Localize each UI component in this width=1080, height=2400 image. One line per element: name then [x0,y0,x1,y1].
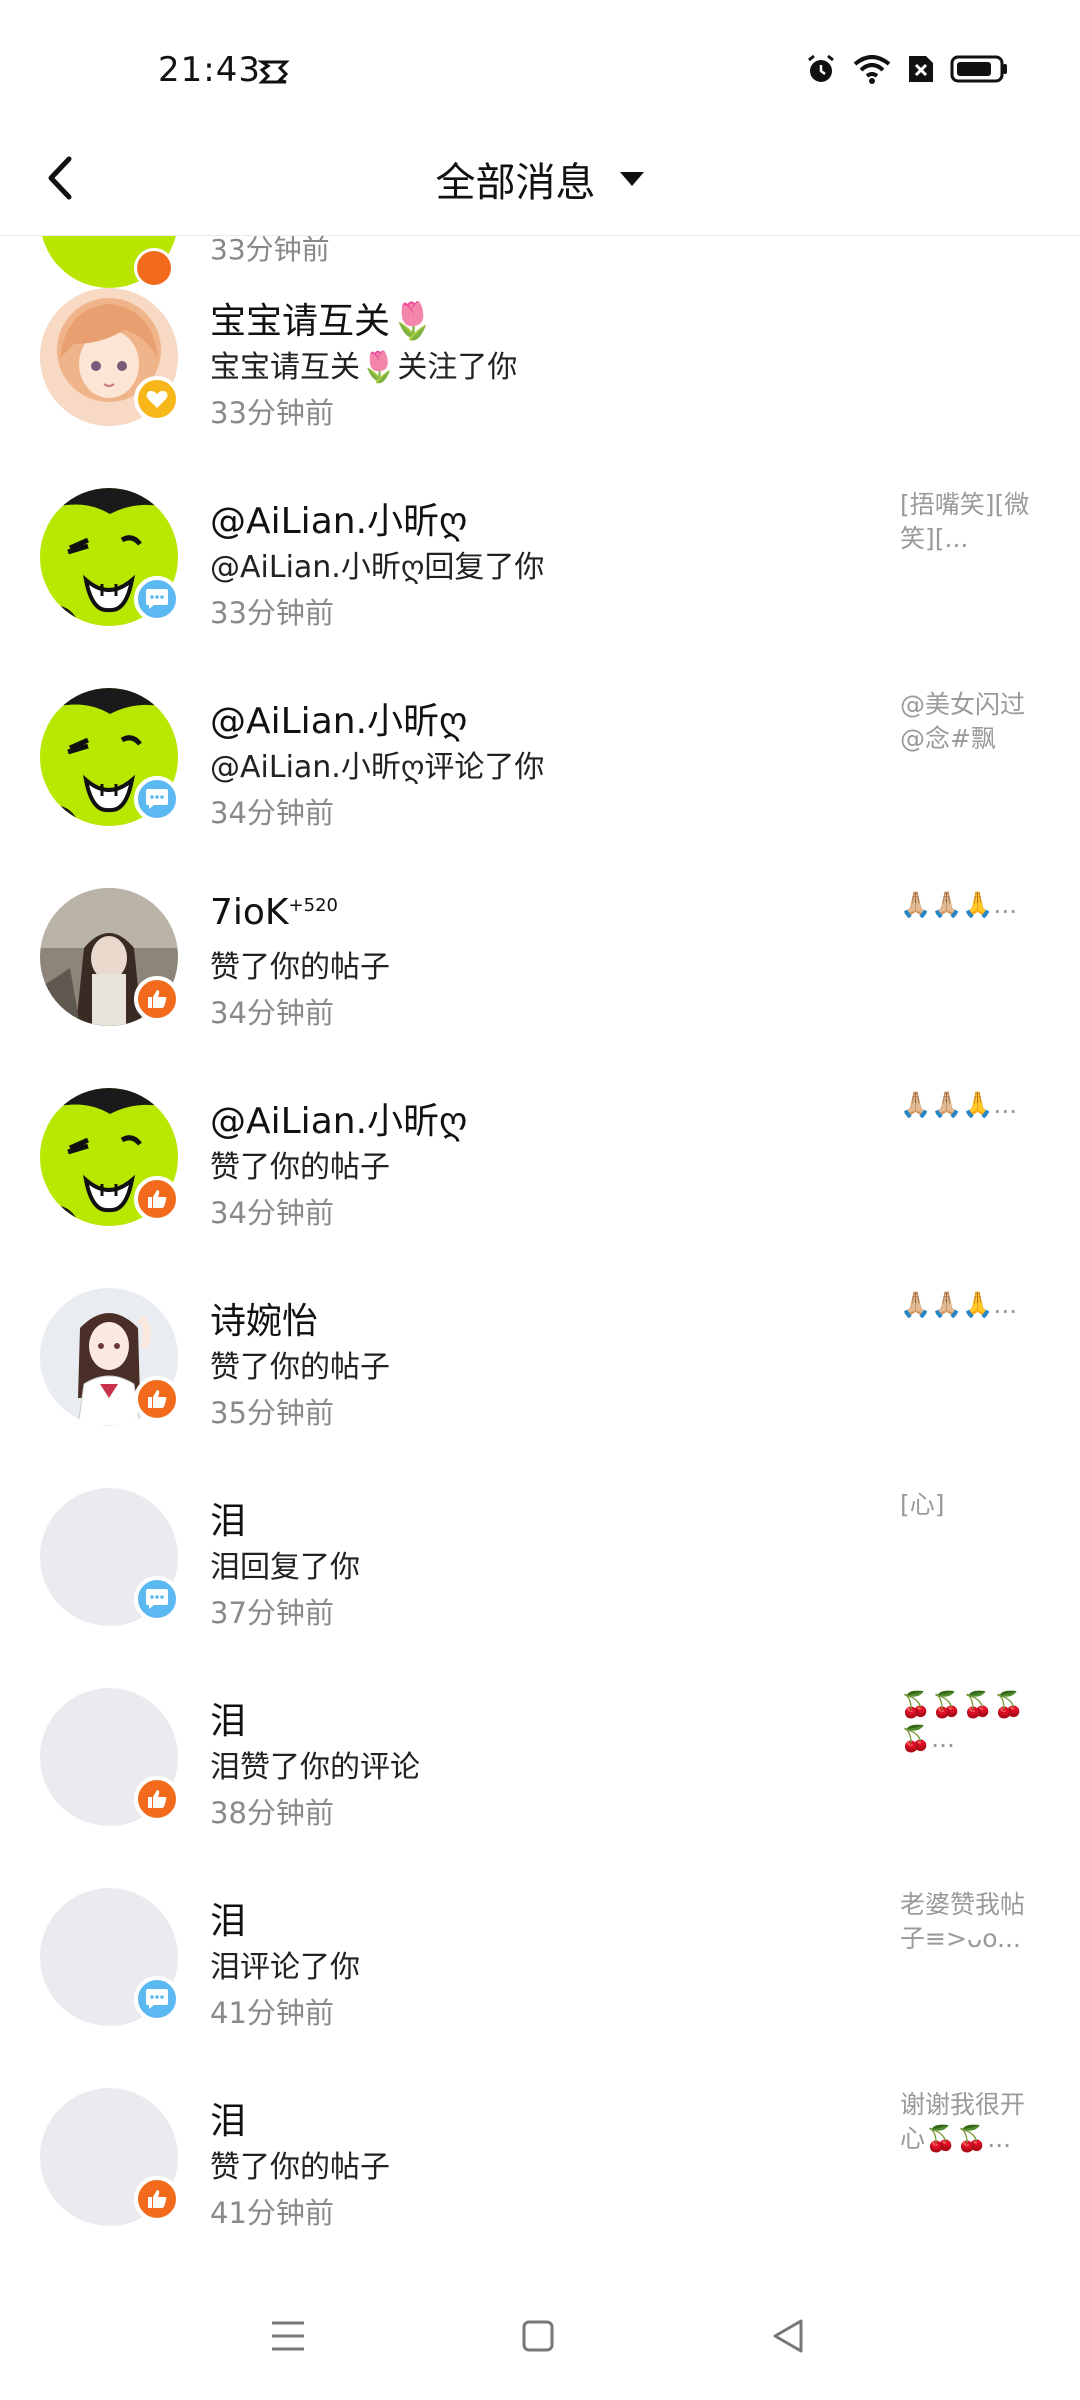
content-preview: @美女闪过@念#飘过... [900,690,1026,760]
thumbs-up-icon [148,990,167,1008]
list-item[interactable]: @AiLian.小昕ღ @AiLian.小昕ღ评论了你 34分钟前 @美女闪过@念#飘… [0,676,1080,876]
list-item[interactable]: 泪泪赞了你的评论 38分钟前 🍒🍒🍒🍒🍒... [0,1676,1080,1876]
content-preview: 谢谢我很开心🍒🍒... [900,2090,1026,2153]
heart-icon [146,390,168,408]
alarm-icon [808,54,834,82]
capcut-icon [258,60,290,84]
message-list[interactable]: 33分钟前 宝宝请互关🌷 宝宝请互关🌷关注了你 33分钟前 @AiLian.小昕ღ @A… [0,236,1080,2266]
message-time: 34分钟前 [210,1196,334,1230]
list-item[interactable]: 泪泪评论了你 41分钟前 老婆赞我帖子≡>ᴗo... [0,1876,1080,2076]
comment-badge [134,1976,180,2022]
content-preview: [心] [900,1490,945,1519]
chat-bubble-icon [146,789,168,809]
list-item[interactable]: @AiLian.小昕ღ 赞了你的帖子 34分钟前 🙏🏼🙏🏼🙏... [0,1076,1080,1276]
chat-bubble-icon [146,589,168,609]
sender-name[interactable]: 诗婉怡 [210,1292,318,1344]
like-badge [134,976,180,1022]
comment-badge [134,576,180,622]
content-preview: [捂嘴笑][微笑][... [900,490,1030,553]
status-time: 21:43 [158,50,261,90]
thumbs-up-icon [148,2190,167,2208]
message-time: 41分钟前 [210,1996,334,2030]
top-app-bar: 全部消息 [0,130,1080,236]
name-superscript: +520 [288,895,338,916]
message-filter-dropdown[interactable]: 全部消息 [0,150,1080,208]
chat-bubble-icon [146,1589,168,1609]
square-icon [522,2320,554,2352]
list-item[interactable]: 泪泪回复了你 37分钟前 [心] [0,1476,1080,1676]
content-preview: 🙏🏼🙏🏼🙏... [900,1090,1018,1119]
sender-name[interactable]: @AiLian.小昕ღ [210,692,467,744]
recent-apps-button[interactable] [258,2306,318,2366]
message-action: 宝宝请互关🌷关注了你 [210,350,518,385]
no-sim-icon [909,56,933,82]
content-preview: 🙏🏼🙏🏼🙏... [900,890,1018,919]
menu-lines-icon [272,2321,304,2351]
message-action: 泪赞了你的评论 [210,1750,420,1785]
page-title: 全部消息 [435,160,596,206]
message-time: 33分钟前 [210,236,330,266]
message-action: 赞了你的帖子 [210,2150,390,2185]
message-time: 33分钟前 [210,396,334,430]
content-preview: 🙏🏼🙏🏼🙏... [900,1290,1018,1319]
sender-name[interactable]: 宝宝请互关🌷 [210,292,435,344]
like-badge [134,2176,180,2222]
message-action: 赞了你的帖子 [210,1350,390,1385]
sender-name[interactable]: 7ioK+520 [210,892,338,933]
content-preview: 老婆赞我帖子≡>ᴗo... [900,1890,1026,1953]
message-action: 赞了你的帖子 [210,1150,390,1185]
sender-name[interactable]: @AiLian.小昕ღ [210,492,467,544]
message-time: 34分钟前 [210,996,334,1030]
thumbs-up-icon [148,1190,167,1208]
comment-badge [134,776,180,822]
list-item[interactable]: 7ioK+520 赞了你的帖子 34分钟前 🙏🏼🙏🏼🙏... [0,876,1080,1076]
message-time: 37分钟前 [210,1596,334,1630]
like-badge [134,1376,180,1422]
list-item[interactable]: 宝宝请互关🌷 宝宝请互关🌷关注了你 33分钟前 [0,276,1080,476]
message-action: @AiLian.小昕ღ评论了你 [210,750,545,785]
wifi-icon [853,55,891,84]
sender-name[interactable]: @AiLian.小昕ღ [210,1092,467,1144]
message-time: 35分钟前 [210,1396,334,1430]
thumbs-up-icon [148,1390,167,1408]
message-action: 泪回复了你 [210,1550,360,1585]
chat-bubble-icon [146,1989,168,2009]
sender-name[interactable]: 泪 [210,1692,246,1744]
message-action: 泪评论了你 [210,1950,360,1985]
sender-name[interactable]: 泪 [210,2092,246,2144]
home-button[interactable] [508,2306,568,2366]
battery-icon [950,55,1007,83]
message-time: 33分钟前 [210,596,334,630]
system-nav-bar [0,2266,1080,2400]
message-time: 41分钟前 [210,2196,334,2230]
message-action: @AiLian.小昕ღ回复了你 [210,550,545,585]
message-time: 38分钟前 [210,1796,334,1830]
sender-name[interactable]: 泪 [210,1892,246,1944]
triangle-back-icon [773,2319,803,2353]
list-item[interactable]: @AiLian.小昕ღ @AiLian.小昕ღ回复了你 33分钟前 [捂嘴笑][微笑]… [0,476,1080,676]
list-item[interactable]: 诗婉怡赞了你的帖子 35分钟前 🙏🏼🙏🏼🙏... [0,1276,1080,1476]
list-item[interactable]: 泪赞了你的帖子 41分钟前 谢谢我很开心🍒🍒... [0,2076,1080,2266]
follow-badge [134,376,180,422]
caret-down-icon [619,172,644,186]
comment-badge [134,1576,180,1622]
status-bar: 21:43 [0,0,1080,130]
content-preview: 🍒🍒🍒🍒🍒... [900,1690,1025,1753]
thumbs-up-icon [148,1790,167,1808]
like-badge [134,1176,180,1222]
like-badge [134,1776,180,1822]
message-time: 34分钟前 [210,796,334,830]
sender-name[interactable]: 泪 [210,1492,246,1544]
back-nav-button[interactable] [758,2306,818,2366]
message-action: 赞了你的帖子 [210,950,390,985]
